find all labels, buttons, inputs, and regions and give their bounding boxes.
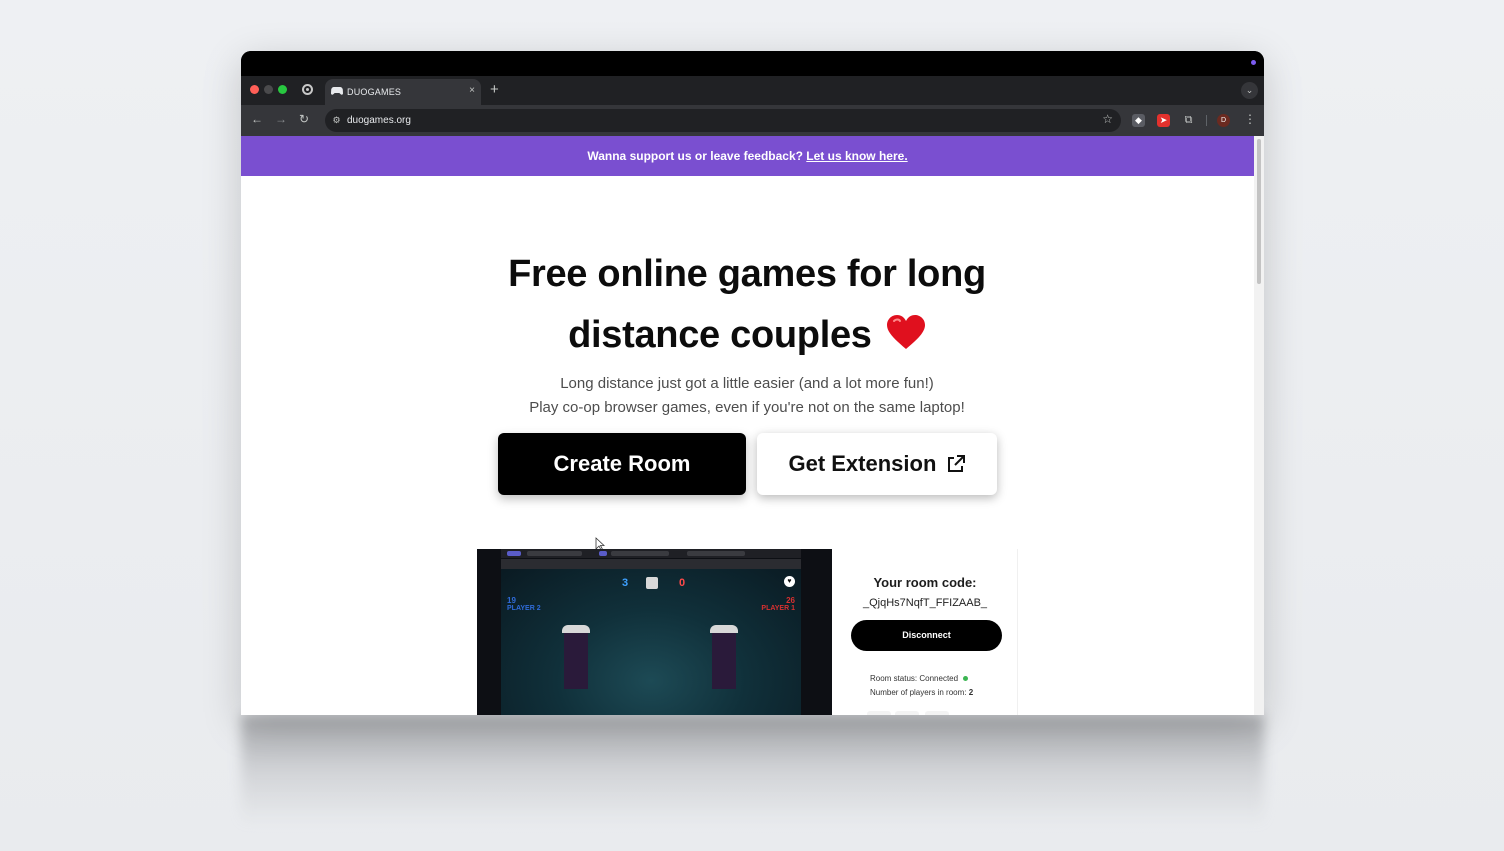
hero-title: Free online games for long distance coup… (447, 244, 1047, 366)
player2-value: 19 (507, 596, 516, 605)
player2-label: PLAYER 2 (507, 605, 541, 612)
players-count-label: Number of players in room: (870, 688, 967, 697)
room-panel: Your room code: _QjqHs7NqfT_FFIZAAB_ Dis… (832, 549, 1018, 715)
room-status-value: Connected (919, 674, 959, 683)
demo-browser-tabs (501, 549, 801, 558)
connected-dot (963, 676, 969, 681)
feedback-link[interactable]: Let us know here. (806, 149, 907, 163)
hero-subtitle-line1: Long distance just got a little easier (… (560, 375, 934, 392)
maximize-window-button[interactable] (278, 85, 287, 94)
puzzle-extensions-icon[interactable]: ⧉ (1182, 114, 1195, 127)
hero-subtitle-line2: Play co-op browser games, even if you're… (529, 399, 965, 416)
toolbar-divider (1206, 115, 1207, 126)
panel-placeholder (867, 711, 891, 715)
player1-label: PLAYER 1 (761, 605, 795, 612)
hero-title-line2: distance couples (568, 314, 872, 356)
recording-icon[interactable] (302, 84, 313, 95)
left-tower (562, 625, 590, 689)
panel-placeholder (925, 711, 949, 715)
back-arrow-icon[interactable]: ← (251, 112, 263, 126)
gamepad-extension-icon[interactable]: ◆ (1132, 114, 1145, 127)
browser-window: DUOGAMES × + ⌄ ← → ↻ ⚙ duogames.org ☆ ◆ … (241, 51, 1264, 715)
room-status-label: Room status: (870, 674, 918, 683)
url-text[interactable]: duogames.org (347, 115, 411, 126)
demo-video: 3 0 ♥ 19 PLAYER 2 26 PLAYER 1 (477, 549, 832, 715)
demo-heart-icon: ♥ (784, 576, 795, 587)
pause-icon (646, 577, 658, 589)
close-window-button[interactable] (250, 85, 259, 94)
room-code-value: _QjqHs7NqfT_FFIZAAB_ (862, 597, 988, 609)
score-left: 3 (622, 577, 629, 589)
indicator-dot (1251, 60, 1256, 65)
gamepad-icon (330, 86, 344, 96)
room-code-label: Your room code: (873, 575, 977, 590)
hero-subtitle: Long distance just got a little easier (… (447, 372, 1047, 420)
bookmark-star-icon[interactable]: ☆ (1102, 112, 1113, 126)
profile-avatar[interactable]: D (1217, 114, 1230, 127)
page-scrollbar[interactable] (1254, 136, 1264, 715)
kebab-menu-icon[interactable]: ⋮ (1244, 112, 1256, 126)
browser-toolbar: ← → ↻ ⚙ duogames.org ☆ ◆ ➤ ⧉ D ⋮ (241, 105, 1264, 136)
forward-arrow-icon[interactable]: → (275, 112, 287, 126)
tab-close-icon[interactable]: × (469, 85, 475, 96)
players-count-value: 2 (968, 688, 974, 697)
tab-duogames[interactable]: DUOGAMES × (325, 79, 481, 105)
heart-icon (886, 315, 925, 349)
banner-text: Wanna support us or leave feedback? (587, 149, 803, 163)
site-settings-icon[interactable]: ⚙ (329, 113, 344, 128)
score-right: 0 (679, 577, 686, 589)
address-bar[interactable]: ⚙ duogames.org ☆ (325, 109, 1121, 132)
scrollbar-thumb[interactable] (1257, 139, 1261, 284)
demo-address-bar (501, 559, 801, 569)
feedback-banner: Wanna support us or leave feedback? Let … (241, 136, 1254, 176)
tab-strip: DUOGAMES × + ⌄ (241, 76, 1264, 105)
minimize-window-button[interactable] (264, 85, 273, 94)
room-status: Room status: Connected Number of players… (870, 672, 973, 700)
demo-game-canvas: 3 0 ♥ 19 PLAYER 2 26 PLAYER 1 (501, 569, 801, 715)
get-extension-button[interactable]: Get Extension (757, 433, 997, 495)
window-shadow (241, 715, 1264, 825)
new-tab-button[interactable]: + (490, 81, 499, 98)
get-extension-label: Get Extension (788, 451, 937, 476)
hero-title-line1: Free online games for long (508, 253, 986, 295)
cursor-extension-icon[interactable]: ➤ (1157, 114, 1170, 127)
create-room-button[interactable]: Create Room (498, 433, 746, 495)
screen-top-bar (241, 51, 1264, 76)
external-link-icon (947, 455, 965, 472)
reload-icon[interactable]: ↻ (299, 112, 309, 126)
panel-placeholder (895, 711, 919, 715)
right-tower (710, 625, 738, 689)
chevron-down-icon[interactable]: ⌄ (1241, 82, 1258, 99)
tab-title: DUOGAMES (347, 87, 402, 97)
disconnect-button[interactable]: Disconnect (851, 620, 1002, 651)
page-viewport: Wanna support us or leave feedback? Let … (241, 136, 1254, 715)
player1-value: 26 (786, 596, 795, 605)
